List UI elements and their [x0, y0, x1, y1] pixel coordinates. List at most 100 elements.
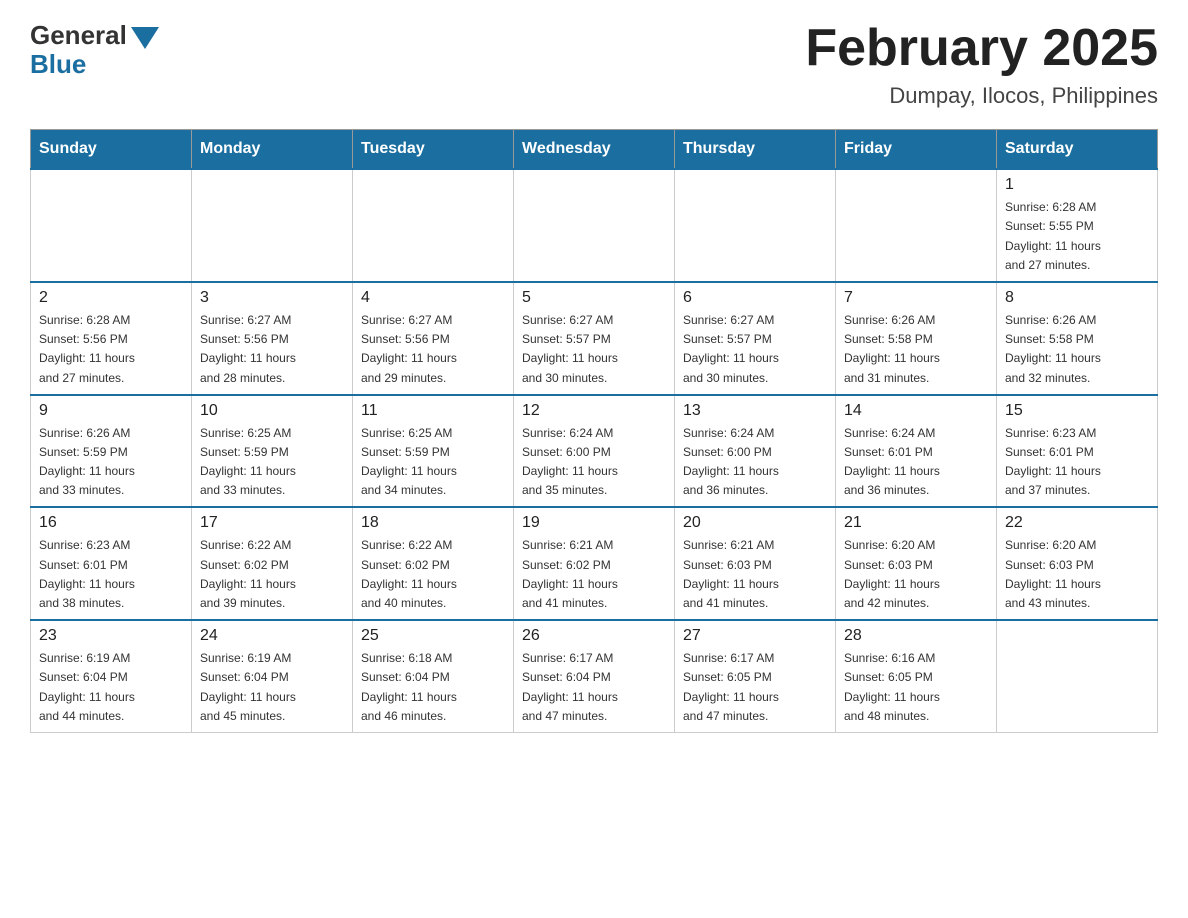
calendar-week-row-4: 16Sunrise: 6:23 AMSunset: 6:01 PMDayligh… — [31, 507, 1158, 620]
day-number: 19 — [522, 514, 666, 532]
calendar-cell: 23Sunrise: 6:19 AMSunset: 6:04 PMDayligh… — [31, 620, 192, 732]
calendar-cell — [997, 620, 1158, 732]
day-info: Sunrise: 6:16 AMSunset: 6:05 PMDaylight:… — [844, 649, 988, 726]
calendar-cell: 14Sunrise: 6:24 AMSunset: 6:01 PMDayligh… — [836, 395, 997, 508]
weekday-header-monday: Monday — [192, 130, 353, 170]
calendar-cell: 15 Sunrise: 6:23 AMSunset: 6:01 PMDayligh… — [997, 395, 1158, 508]
calendar-cell: 27 Sunrise: 6:17 AMSunset: 6:05 PMDayligh… — [675, 620, 836, 732]
day-info: Sunrise: 6:20 AMSunset: 6:03 PMDaylight:… — [1005, 536, 1149, 613]
day-info: Sunrise: 6:26 AMSunset: 5:58 PMDaylight:… — [1005, 311, 1149, 388]
calendar-cell — [836, 169, 997, 282]
calendar-cell: 4 Sunrise: 6:27 AMSunset: 5:56 PMDaylight… — [353, 282, 514, 395]
calendar-cell: 19 Sunrise: 6:21 AMSunset: 6:02 PMDayligh… — [514, 507, 675, 620]
day-info: Sunrise: 6:27 AMSunset: 5:57 PMDaylight:… — [683, 311, 827, 388]
day-info: Sunrise: 6:26 AMSunset: 5:58 PMDaylight:… — [844, 311, 988, 388]
day-info: Sunrise: 6:22 AMSunset: 6:02 PMDaylight:… — [200, 536, 344, 613]
day-info: Sunrise: 6:18 AMSunset: 6:04 PMDaylight:… — [361, 649, 505, 726]
day-number: 12 — [522, 402, 666, 420]
calendar-cell: 3 Sunrise: 6:27 AMSunset: 5:56 PMDaylight… — [192, 282, 353, 395]
calendar-cell: 12Sunrise: 6:24 AMSunset: 6:00 PMDayligh… — [514, 395, 675, 508]
day-number: 13 — [683, 402, 827, 420]
day-info: Sunrise: 6:27 AMSunset: 5:56 PMDaylight:… — [361, 311, 505, 388]
calendar-cell: 28 Sunrise: 6:16 AMSunset: 6:05 PMDayligh… — [836, 620, 997, 732]
calendar-cell: 1Sunrise: 6:28 AMSunset: 5:55 PMDaylight… — [997, 169, 1158, 282]
day-info: Sunrise: 6:17 AMSunset: 6:04 PMDaylight:… — [522, 649, 666, 726]
day-number: 5 — [522, 289, 666, 307]
calendar-week-row-2: 2 Sunrise: 6:28 AMSunset: 5:56 PMDaylight… — [31, 282, 1158, 395]
day-info: Sunrise: 6:27 AMSunset: 5:56 PMDaylight:… — [200, 311, 344, 388]
day-number: 27 — [683, 627, 827, 645]
calendar-cell: 22 Sunrise: 6:20 AMSunset: 6:03 PMDayligh… — [997, 507, 1158, 620]
day-number: 3 — [200, 289, 344, 307]
day-number: 9 — [39, 402, 183, 420]
calendar-cell: 11 Sunrise: 6:25 AMSunset: 5:59 PMDayligh… — [353, 395, 514, 508]
day-info: Sunrise: 6:20 AMSunset: 6:03 PMDaylight:… — [844, 536, 988, 613]
day-info: Sunrise: 6:25 AMSunset: 5:59 PMDaylight:… — [200, 424, 344, 501]
month-title: February 2025 — [805, 20, 1158, 77]
calendar-cell — [192, 169, 353, 282]
logo-top: General — [30, 20, 159, 51]
day-number: 25 — [361, 627, 505, 645]
calendar-cell: 13 Sunrise: 6:24 AMSunset: 6:00 PMDayligh… — [675, 395, 836, 508]
logo-triangle-icon — [131, 27, 159, 49]
day-number: 23 — [39, 627, 183, 645]
location-title: Dumpay, Ilocos, Philippines — [805, 83, 1158, 109]
calendar-cell: 8 Sunrise: 6:26 AMSunset: 5:58 PMDaylight… — [997, 282, 1158, 395]
day-number: 2 — [39, 289, 183, 307]
day-number: 15 — [1005, 402, 1149, 420]
day-number: 4 — [361, 289, 505, 307]
weekday-header-sunday: Sunday — [31, 130, 192, 170]
calendar-cell: 25 Sunrise: 6:18 AMSunset: 6:04 PMDayligh… — [353, 620, 514, 732]
calendar-cell — [675, 169, 836, 282]
day-info: Sunrise: 6:25 AMSunset: 5:59 PMDaylight:… — [361, 424, 505, 501]
day-number: 6 — [683, 289, 827, 307]
weekday-header-thursday: Thursday — [675, 130, 836, 170]
calendar-cell: 16Sunrise: 6:23 AMSunset: 6:01 PMDayligh… — [31, 507, 192, 620]
calendar-table: SundayMondayTuesdayWednesdayThursdayFrid… — [30, 129, 1158, 733]
day-info: Sunrise: 6:21 AMSunset: 6:03 PMDaylight:… — [683, 536, 827, 613]
day-number: 10 — [200, 402, 344, 420]
logo-general-text: General — [30, 20, 127, 51]
calendar-week-row-1: 1Sunrise: 6:28 AMSunset: 5:55 PMDaylight… — [31, 169, 1158, 282]
calendar-cell: 7Sunrise: 6:26 AMSunset: 5:58 PMDaylight… — [836, 282, 997, 395]
day-info: Sunrise: 6:23 AMSunset: 6:01 PMDaylight:… — [1005, 424, 1149, 501]
day-number: 16 — [39, 514, 183, 532]
day-number: 17 — [200, 514, 344, 532]
logo: General Blue — [30, 20, 159, 80]
day-number: 22 — [1005, 514, 1149, 532]
weekday-header-row: SundayMondayTuesdayWednesdayThursdayFrid… — [31, 130, 1158, 170]
calendar-cell: 24Sunrise: 6:19 AMSunset: 6:04 PMDayligh… — [192, 620, 353, 732]
day-number: 21 — [844, 514, 988, 532]
title-section: February 2025 Dumpay, Ilocos, Philippine… — [805, 20, 1158, 109]
day-number: 28 — [844, 627, 988, 645]
day-number: 1 — [1005, 176, 1149, 194]
calendar-cell — [514, 169, 675, 282]
day-number: 24 — [200, 627, 344, 645]
day-number: 11 — [361, 402, 505, 420]
day-number: 26 — [522, 627, 666, 645]
weekday-header-wednesday: Wednesday — [514, 130, 675, 170]
logo-blue-text: Blue — [30, 49, 86, 80]
calendar-cell: 26 Sunrise: 6:17 AMSunset: 6:04 PMDayligh… — [514, 620, 675, 732]
calendar-cell: 9Sunrise: 6:26 AMSunset: 5:59 PMDaylight… — [31, 395, 192, 508]
calendar-cell: 6 Sunrise: 6:27 AMSunset: 5:57 PMDaylight… — [675, 282, 836, 395]
day-number: 8 — [1005, 289, 1149, 307]
calendar-cell: 18 Sunrise: 6:22 AMSunset: 6:02 PMDayligh… — [353, 507, 514, 620]
calendar-week-row-5: 23Sunrise: 6:19 AMSunset: 6:04 PMDayligh… — [31, 620, 1158, 732]
day-info: Sunrise: 6:21 AMSunset: 6:02 PMDaylight:… — [522, 536, 666, 613]
day-info: Sunrise: 6:24 AMSunset: 6:00 PMDaylight:… — [683, 424, 827, 501]
day-info: Sunrise: 6:24 AMSunset: 6:01 PMDaylight:… — [844, 424, 988, 501]
calendar-cell: 17 Sunrise: 6:22 AMSunset: 6:02 PMDayligh… — [192, 507, 353, 620]
calendar-cell: 5 Sunrise: 6:27 AMSunset: 5:57 PMDaylight… — [514, 282, 675, 395]
day-info: Sunrise: 6:27 AMSunset: 5:57 PMDaylight:… — [522, 311, 666, 388]
calendar-cell: 2 Sunrise: 6:28 AMSunset: 5:56 PMDaylight… — [31, 282, 192, 395]
calendar-week-row-3: 9Sunrise: 6:26 AMSunset: 5:59 PMDaylight… — [31, 395, 1158, 508]
weekday-header-saturday: Saturday — [997, 130, 1158, 170]
day-info: Sunrise: 6:28 AMSunset: 5:56 PMDaylight:… — [39, 311, 183, 388]
weekday-header-tuesday: Tuesday — [353, 130, 514, 170]
day-number: 20 — [683, 514, 827, 532]
day-number: 18 — [361, 514, 505, 532]
calendar-cell — [31, 169, 192, 282]
day-info: Sunrise: 6:22 AMSunset: 6:02 PMDaylight:… — [361, 536, 505, 613]
day-info: Sunrise: 6:17 AMSunset: 6:05 PMDaylight:… — [683, 649, 827, 726]
